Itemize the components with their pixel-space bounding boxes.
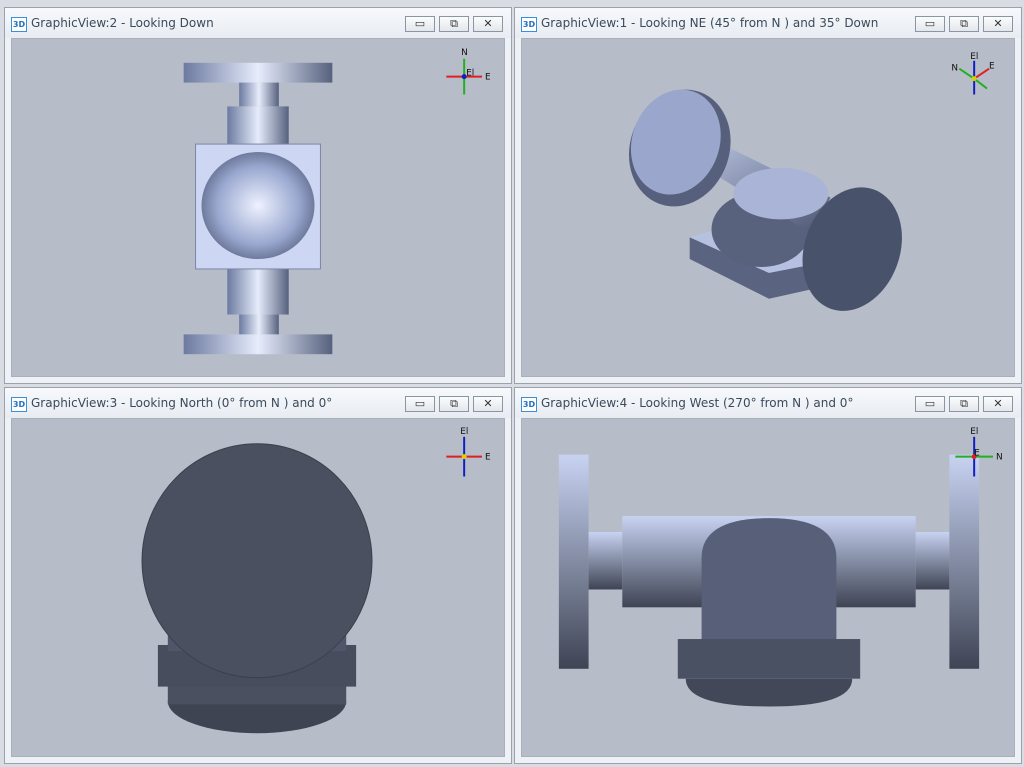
graphic-view-2-pane: 3D GraphicView:2 - Looking Down ▭ ⧉ ✕ N … <box>4 7 512 384</box>
axis-triad-icon: El E N <box>951 52 995 95</box>
close-button[interactable]: ✕ <box>473 16 503 32</box>
side-view-model: El N E <box>558 427 1003 707</box>
pane-title: GraphicView:1 - Looking NE (45° from N )… <box>541 16 879 30</box>
valve-bowl <box>201 151 315 260</box>
axis-label-center: E <box>974 449 980 459</box>
axis-label-up: El <box>460 427 468 437</box>
3d-view-icon: 3D <box>521 397 537 412</box>
3d-view-icon: 3D <box>11 17 27 32</box>
axis-triad-icon: N E El <box>446 48 491 95</box>
axis-label-right: N <box>996 453 1003 463</box>
minimize-button[interactable]: ▭ <box>405 16 435 32</box>
minimize-button[interactable]: ▭ <box>405 396 435 412</box>
left-flange <box>558 454 589 669</box>
base-plate <box>677 639 861 679</box>
left-neck <box>588 531 623 590</box>
axis-triad-icon: El E <box>446 427 491 477</box>
3d-view-icon: 3D <box>521 17 537 32</box>
viewport[interactable]: El N E <box>521 418 1015 757</box>
axis-label-right: E <box>485 453 491 463</box>
axis-label-right: E <box>989 62 995 72</box>
axis-label-up: El <box>970 427 978 437</box>
bottom-flange <box>183 334 333 355</box>
axis-label-right: E <box>485 73 491 83</box>
minimize-button[interactable]: ▭ <box>915 396 945 412</box>
close-button[interactable]: ✕ <box>983 16 1013 32</box>
pane-title: GraphicView:4 - Looking West (270° from … <box>541 396 854 410</box>
restore-button[interactable]: ⧉ <box>439 396 469 412</box>
iso-view-model: El E N <box>628 52 995 311</box>
axis-label-center: El <box>466 69 474 79</box>
axis-label-left: N <box>951 64 958 74</box>
front-view-model: El E <box>141 427 491 734</box>
valve-bottom <box>685 678 853 707</box>
neck <box>239 314 279 337</box>
right-flange <box>949 454 980 669</box>
axis-label-up: El <box>970 52 978 62</box>
close-button[interactable]: ✕ <box>983 396 1013 412</box>
pane-titlebar[interactable]: 3D GraphicView:2 - Looking Down ▭ ⧉ ✕ <box>5 8 511 38</box>
top-flange <box>183 62 333 83</box>
graphic-view-1-pane: 3D GraphicView:1 - Looking NE (45° from … <box>514 7 1022 384</box>
viewport[interactable]: El E <box>11 418 505 757</box>
pane-titlebar[interactable]: 3D GraphicView:1 - Looking NE (45° from … <box>515 8 1021 38</box>
valve-body <box>701 518 837 644</box>
3d-view-icon: 3D <box>11 397 27 412</box>
axis-label-up: N <box>461 48 468 58</box>
pane-titlebar[interactable]: 3D GraphicView:4 - Looking West (270° fr… <box>515 388 1021 418</box>
restore-button[interactable]: ⧉ <box>439 16 469 32</box>
viewport[interactable]: El E N <box>521 38 1015 377</box>
graphic-view-3-pane: 3D GraphicView:3 - Looking North (0° fro… <box>4 387 512 764</box>
restore-button[interactable]: ⧉ <box>949 396 979 412</box>
top-view-model: N E El <box>183 48 491 355</box>
viewport[interactable]: N E El <box>11 38 505 377</box>
restore-button[interactable]: ⧉ <box>949 16 979 32</box>
close-button[interactable]: ✕ <box>473 396 503 412</box>
pane-titlebar[interactable]: 3D GraphicView:3 - Looking North (0° fro… <box>5 388 511 418</box>
pane-title: GraphicView:3 - Looking North (0° from N… <box>31 396 333 410</box>
flange-back-face <box>630 89 721 195</box>
minimize-button[interactable]: ▭ <box>915 16 945 32</box>
flange-face <box>141 443 373 679</box>
neck <box>239 82 279 107</box>
pane-title: GraphicView:2 - Looking Down <box>31 16 214 30</box>
graphic-view-4-pane: 3D GraphicView:4 - Looking West (270° fr… <box>514 387 1022 764</box>
valve-top <box>733 167 829 220</box>
right-neck <box>915 531 950 590</box>
